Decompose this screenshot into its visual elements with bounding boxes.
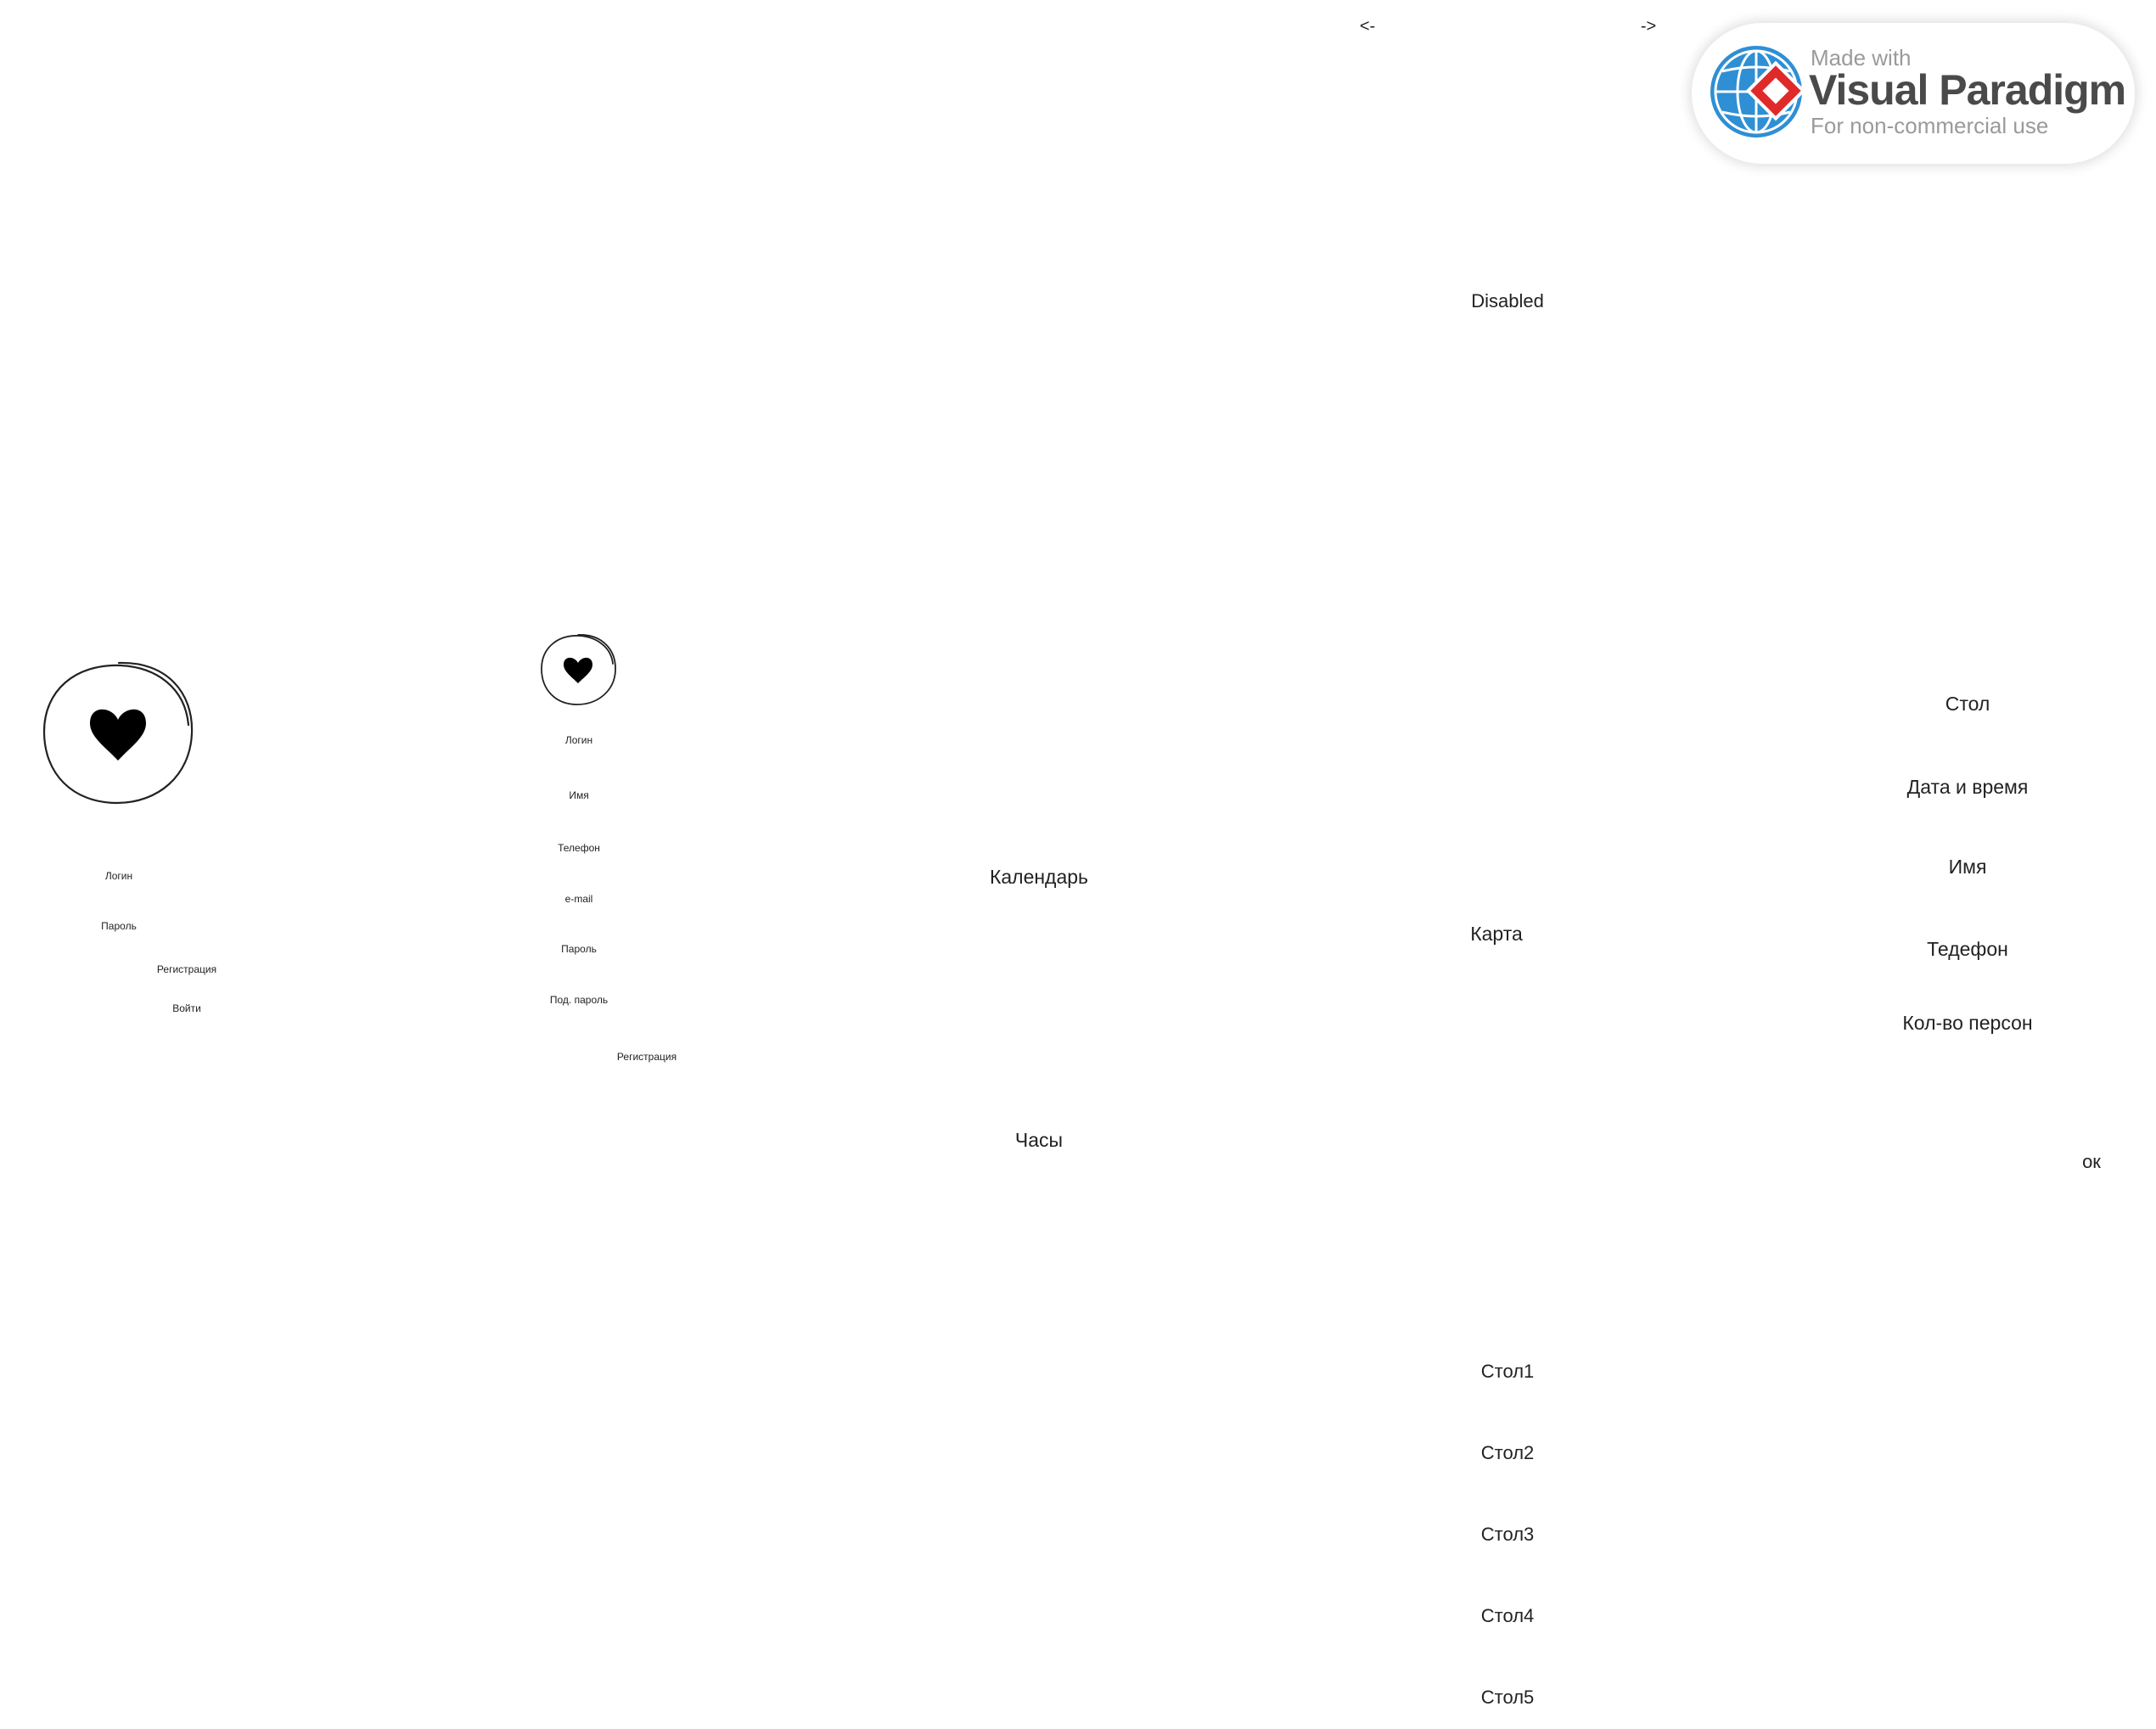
reg-password-confirm-field[interactable]: Под. пароль <box>550 994 608 1006</box>
login-logo <box>42 661 194 805</box>
reg-name-field[interactable]: Имя <box>569 789 588 801</box>
heart-icon <box>564 657 592 683</box>
register-link[interactable]: Регистрация <box>157 963 216 975</box>
ok-button[interactable]: ок <box>2082 1151 2101 1173</box>
watermark-badge: Made with Visual Paradigm For non-commer… <box>1692 23 2135 164</box>
calendar-widget[interactable]: Календарь <box>990 866 1088 889</box>
watermark-subtitle: For non-commercial use <box>1811 113 2049 138</box>
password-field[interactable]: Пароль <box>101 920 137 932</box>
booking-datetime-field[interactable]: Дата и время <box>1907 776 2029 799</box>
booking-table-field[interactable]: Стол <box>1945 693 1990 716</box>
booking-name-field[interactable]: Имя <box>1949 856 1987 879</box>
booking-persons-field[interactable]: Кол-во персон <box>1902 1012 2032 1035</box>
globe-logo-icon <box>1710 46 1806 138</box>
prev-arrow[interactable]: <- <box>1360 17 1375 36</box>
login-field[interactable]: Логин <box>105 870 132 882</box>
heart-icon <box>90 709 146 761</box>
booking-phone-field[interactable]: Тедефон <box>1927 938 2008 961</box>
table-item[interactable]: Стол3 <box>1481 1524 1535 1546</box>
enter-button[interactable]: Войти <box>172 1002 201 1014</box>
reg-email-field[interactable]: e-mail <box>565 893 593 905</box>
watermark-brand: Visual Paradigm <box>1809 66 2126 114</box>
register-logo <box>541 634 616 705</box>
table-item[interactable]: Стол1 <box>1481 1361 1535 1383</box>
reg-login-field[interactable]: Логин <box>565 734 592 746</box>
next-arrow[interactable]: -> <box>1641 17 1656 36</box>
reg-register-button[interactable]: Регистрация <box>617 1051 677 1063</box>
reg-password-field[interactable]: Пароль <box>561 943 597 955</box>
reg-phone-field[interactable]: Телефон <box>558 842 600 854</box>
table-item[interactable]: Стол4 <box>1481 1605 1535 1627</box>
disabled-label: Disabled <box>1471 290 1544 312</box>
table-item[interactable]: Стол5 <box>1481 1687 1535 1709</box>
clock-widget[interactable]: Часы <box>1015 1129 1063 1152</box>
map-widget[interactable]: Карта <box>1470 923 1523 946</box>
table-item[interactable]: Стол2 <box>1481 1442 1535 1464</box>
